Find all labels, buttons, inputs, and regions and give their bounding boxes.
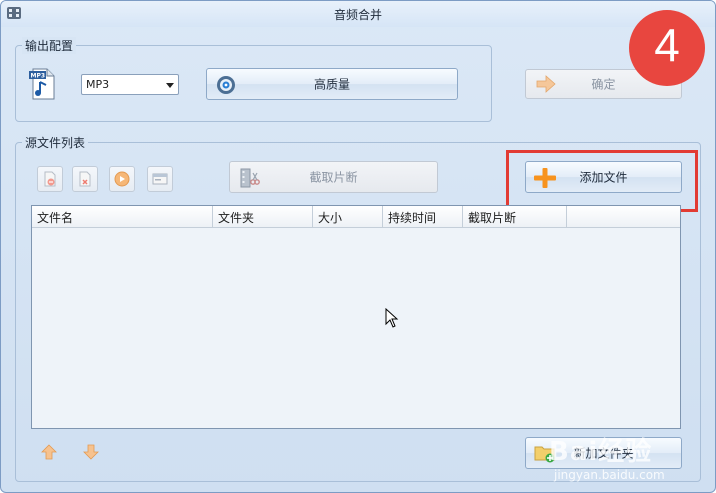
clear-list-button[interactable] [72, 166, 98, 192]
step-number: 4 [654, 19, 680, 71]
mouse-cursor-icon [385, 308, 399, 328]
title-bar: 音频合并 [1, 1, 715, 27]
audio-merge-window: 音频合并 输出配置 MP3 MP3 高质量 确定 源文件列表 截取片断 添加文件… [0, 0, 716, 493]
highlight-box [506, 150, 698, 212]
play-icon [114, 171, 130, 187]
table-header: 文件名 文件夹 大小 持续时间 截取片断 [32, 206, 680, 228]
file-list-table[interactable]: 文件名 文件夹 大小 持续时间 截取片断 [31, 205, 681, 429]
move-down-icon[interactable] [83, 444, 99, 460]
delete-file-icon [44, 171, 56, 187]
column-header-folder[interactable]: 文件夹 [213, 206, 313, 227]
mp3-icon-label: MP3 [31, 73, 46, 80]
chevron-down-icon [166, 83, 174, 88]
column-header-filename[interactable]: 文件名 [32, 206, 213, 227]
watermark-url: jingyan.baidu.com [554, 468, 665, 482]
play-button[interactable] [109, 166, 135, 192]
delete-file-button[interactable] [37, 166, 63, 192]
output-config-label: 输出配置 [22, 37, 77, 54]
clip-segment-button[interactable]: 截取片断 [229, 161, 438, 193]
window-title: 音频合并 [333, 8, 382, 22]
quality-button[interactable]: 高质量 [206, 68, 458, 100]
watermark-text: Bai经验 [549, 437, 653, 467]
column-header-duration[interactable]: 持续时间 [383, 206, 463, 227]
format-select[interactable]: MP3 [81, 74, 179, 95]
quality-button-label: 高质量 [313, 77, 350, 92]
format-select-value: MP3 [86, 78, 110, 91]
step-badge: 4 [629, 10, 705, 86]
properties-window-icon [152, 173, 168, 185]
move-up-icon[interactable] [41, 444, 57, 460]
column-header-empty [567, 206, 680, 227]
clear-list-icon [79, 171, 91, 187]
mp3-file-icon: MP3 [29, 68, 55, 100]
properties-button[interactable] [147, 166, 173, 192]
column-header-clip[interactable]: 截取片断 [463, 206, 567, 227]
source-files-label: 源文件列表 [22, 134, 89, 151]
clip-segment-label: 截取片断 [309, 170, 358, 185]
column-header-size[interactable]: 大小 [313, 206, 383, 227]
